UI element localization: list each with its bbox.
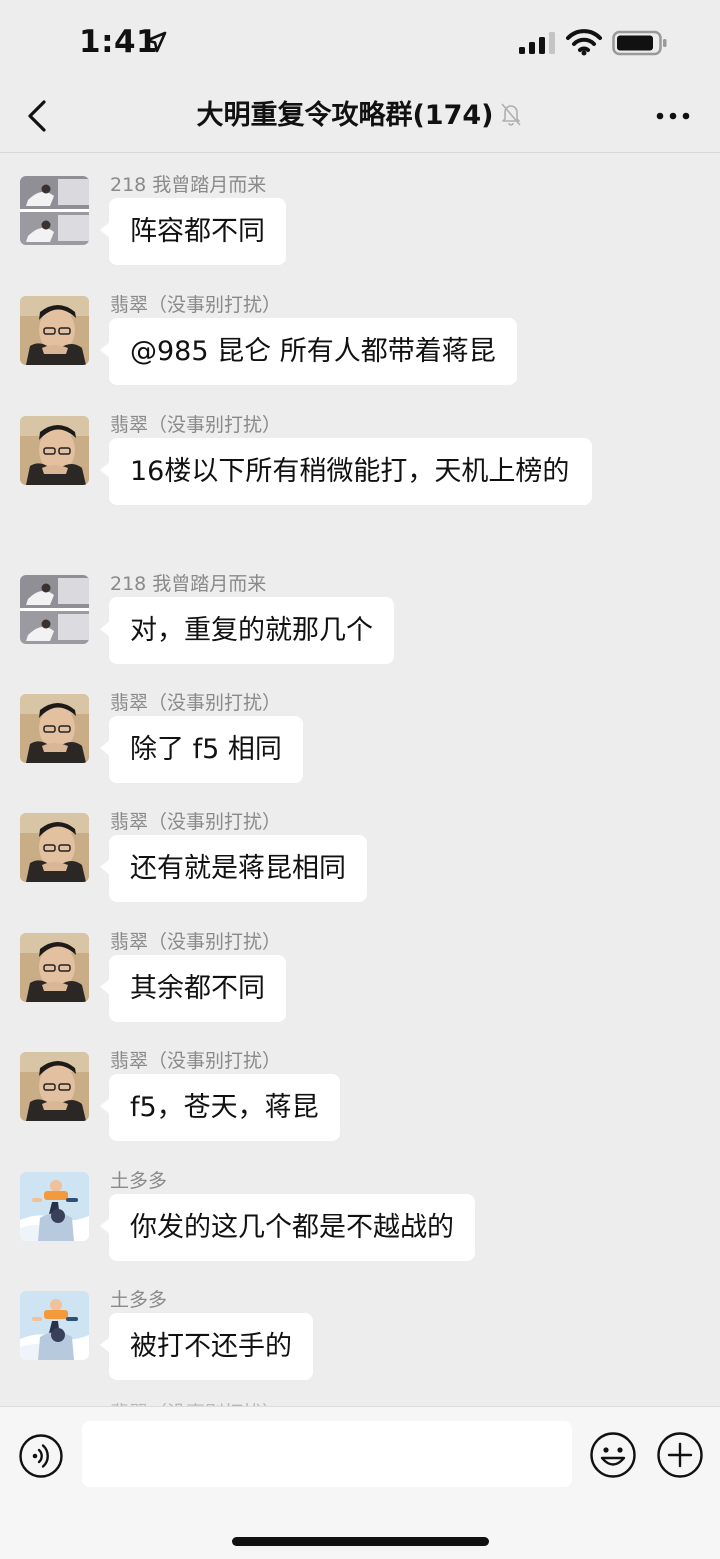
next-message-sender-peek: 翡翠（没事别打扰） [110, 1398, 281, 1406]
message-bubble[interactable]: @985 昆仑 所有人都带着蒋昆 [100, 318, 517, 385]
avatar-feicui[interactable] [20, 933, 89, 1002]
message-bubble[interactable]: 其余都不同 [100, 955, 286, 1022]
avatar-218[interactable] [20, 575, 89, 644]
chat-title: 大明重复令攻略群(174) [0, 98, 720, 134]
avatar-tuduoduo[interactable] [20, 1172, 89, 1241]
sender-name: 218 我曾踏月而来 [110, 573, 267, 595]
signal-icon [519, 32, 555, 54]
sender-name: 翡翠（没事别打扰） [110, 692, 282, 714]
message-bubble[interactable]: 16楼以下所有稍微能打，天机上榜的 [100, 438, 592, 505]
avatar-feicui[interactable] [20, 694, 89, 763]
avatar-feicui[interactable] [20, 1052, 89, 1121]
message-bubble[interactable]: f5，苍天，蒋昆 [100, 1074, 340, 1141]
sender-name: 翡翠（没事别打扰） [110, 294, 282, 316]
plus-icon[interactable] [656, 1431, 704, 1479]
location-arrow-icon [145, 31, 167, 53]
message-bubble[interactable]: 你发的这几个都是不越战的 [100, 1194, 475, 1261]
sender-name: 218 我曾踏月而来 [110, 174, 267, 196]
more-icon[interactable] [654, 106, 692, 126]
message-bubble[interactable]: 被打不还手的 [100, 1313, 313, 1380]
sender-name: 土多多 [110, 1289, 168, 1311]
battery-icon [612, 30, 667, 56]
message-bubble[interactable]: 还有就是蒋昆相同 [100, 835, 367, 902]
wifi-icon [566, 29, 602, 56]
input-bar [0, 1406, 720, 1559]
home-indicator[interactable] [232, 1537, 489, 1546]
voice-icon[interactable] [18, 1433, 64, 1479]
message-bubble[interactable]: 除了 f5 相同 [100, 716, 303, 783]
sender-name: 翡翠（没事别打扰） [110, 1050, 282, 1072]
status-bar: 1:41 [0, 0, 720, 86]
avatar-feicui[interactable] [20, 416, 89, 485]
message-input[interactable] [82, 1421, 572, 1487]
message-list[interactable]: 218 我曾踏月而来 阵容都不同 翡翠（没事别打扰） @985 昆仑 所有人都带… [0, 153, 720, 1406]
sender-name: 翡翠（没事别打扰） [110, 931, 282, 953]
avatar-tuduoduo[interactable] [20, 1291, 89, 1360]
message-bubble[interactable]: 对，重复的就那几个 [100, 597, 394, 664]
sender-name: 翡翠（没事别打扰） [110, 414, 282, 436]
avatar-feicui[interactable] [20, 813, 89, 882]
avatar-218[interactable] [20, 176, 89, 245]
chat-title-text: 大明重复令攻略群(174) [196, 100, 494, 131]
mute-bell-icon [500, 103, 521, 126]
emoji-icon[interactable] [589, 1431, 637, 1479]
message-bubble[interactable]: 阵容都不同 [100, 198, 286, 265]
avatar-feicui[interactable] [20, 296, 89, 365]
sender-name: 翡翠（没事别打扰） [110, 811, 282, 833]
sender-name: 土多多 [110, 1170, 168, 1192]
nav-bar: 大明重复令攻略群(174) [0, 86, 720, 153]
